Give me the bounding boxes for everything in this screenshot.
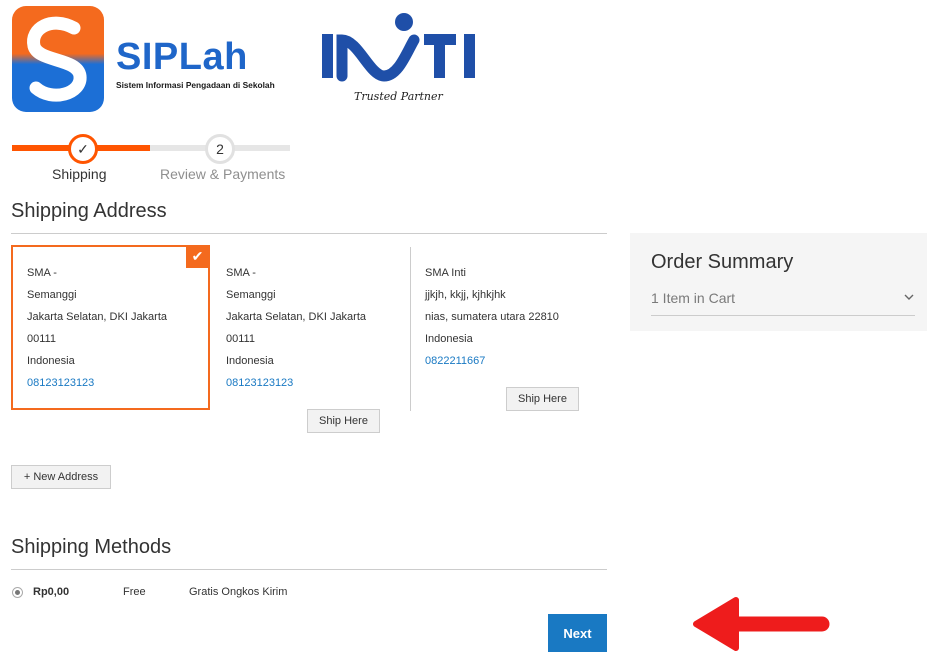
chevron-down-icon[interactable] — [902, 289, 916, 305]
left-arrow-icon — [690, 596, 830, 652]
shipping-address-divider — [11, 233, 607, 234]
ship-here-button-2[interactable]: Ship Here — [307, 409, 380, 433]
order-summary-divider — [651, 315, 915, 316]
radio-selected-dot — [15, 590, 20, 595]
address-country: Indonesia — [425, 333, 473, 345]
address-city: Jakarta Selatan, DKI Jakarta — [27, 311, 168, 323]
address-street: jjkjh, kkjj, kjhkjhk — [425, 289, 506, 301]
brand-subtitle: Sistem Informasi Pengadaan di Sekolah — [116, 80, 275, 90]
address-card-divider — [410, 247, 411, 411]
address-card-1: SMA - Semanggi Jakarta Selatan, DKI Jaka… — [27, 262, 167, 394]
order-summary-panel — [630, 233, 927, 331]
new-address-button[interactable]: + New Address — [11, 465, 111, 489]
address-phone-link[interactable]: 08123123123 — [27, 372, 167, 394]
address-name: SMA - — [226, 267, 256, 279]
address-name: SMA Inti — [425, 267, 466, 279]
address-city: nias, sumatera utara 22810 — [425, 311, 559, 323]
shipping-address-title: Shipping Address — [11, 200, 167, 222]
selected-check-icon: ✔ — [186, 245, 209, 268]
items-in-cart-toggle[interactable]: 1 Item in Cart — [651, 290, 735, 306]
address-city: Jakarta Selatan, DKI Jakarta — [226, 311, 367, 323]
shipping-method-name: Gratis Ongkos Kirim — [189, 586, 288, 598]
address-postcode: 00111 — [226, 333, 255, 345]
address-phone-link[interactable]: 08123123123 — [226, 372, 366, 394]
address-country: Indonesia — [226, 355, 274, 367]
step-shipping-label[interactable]: Shipping — [52, 166, 107, 182]
step-review-label: Review & Payments — [160, 166, 286, 182]
next-button[interactable]: Next — [548, 614, 607, 652]
address-postcode: 00111 — [27, 333, 56, 345]
address-phone-link[interactable]: 0822211667 — [425, 350, 559, 372]
ship-here-button-3[interactable]: Ship Here — [506, 387, 579, 411]
address-card-2: SMA - Semanggi Jakarta Selatan, DKI Jaka… — [226, 262, 366, 394]
step-review-number: 2 — [205, 134, 235, 164]
address-street: Semanggi — [226, 289, 276, 301]
shipping-methods-divider — [11, 569, 607, 570]
shipping-methods-title: Shipping Methods — [11, 536, 172, 558]
brand-title: SIPLah — [116, 36, 248, 78]
address-name: SMA - — [27, 267, 57, 279]
address-street: Semanggi — [27, 289, 77, 301]
shipping-method-radio[interactable] — [12, 587, 23, 598]
address-card-3: SMA Inti jjkjh, kkjj, kjhkjhk nias, suma… — [425, 262, 559, 372]
shipping-method-type: Free — [123, 586, 146, 598]
shipping-method-price: Rp0,00 — [33, 586, 70, 598]
address-country: Indonesia — [27, 355, 75, 367]
siplah-logo-icon — [12, 6, 104, 112]
step-shipping-check-icon: ✓ — [68, 134, 98, 164]
order-summary-title: Order Summary — [651, 251, 794, 273]
inti-logo-icon — [318, 10, 483, 90]
partner-tagline: Trusted Partner — [354, 90, 443, 103]
